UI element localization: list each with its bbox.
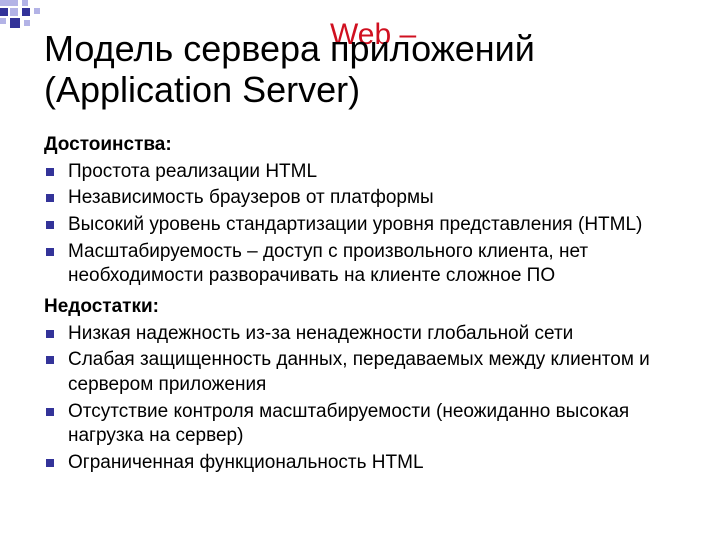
section-disadvantages: Недостатки: Низкая надежность из-за нена…	[44, 295, 680, 476]
list-item: Масштабируемость – доступ с произвольног…	[44, 240, 680, 289]
list-item: Высокий уровень стандартизации уровня пр…	[44, 213, 680, 238]
list-item: Независимость браузеров от платформы	[44, 186, 680, 211]
slide-title: Модель сервера приложений (Application S…	[44, 28, 680, 111]
slide-content: Модель сервера приложений (Application S…	[44, 28, 680, 520]
title-line-2: (Application Server)	[44, 69, 360, 110]
section-heading-advantages: Достоинства:	[44, 133, 680, 157]
section-heading-disadvantages: Недостатки:	[44, 295, 680, 319]
section-advantages: Достоинства: Простота реализации HTML Не…	[44, 133, 680, 289]
list-item: Простота реализации HTML	[44, 160, 680, 185]
list-item: Ограниченная функциональность HTML	[44, 451, 680, 476]
list-item: Слабая защищенность данных, передаваемых…	[44, 348, 680, 397]
list-item: Низкая надежность из-за ненадежности гло…	[44, 322, 680, 347]
title-line-1: Модель сервера приложений	[44, 28, 535, 69]
list-item: Отсутствие контроля масштабируемости (не…	[44, 400, 680, 449]
disadvantages-list: Низкая надежность из-за ненадежности гло…	[44, 322, 680, 476]
advantages-list: Простота реализации HTML Независимость б…	[44, 160, 680, 289]
